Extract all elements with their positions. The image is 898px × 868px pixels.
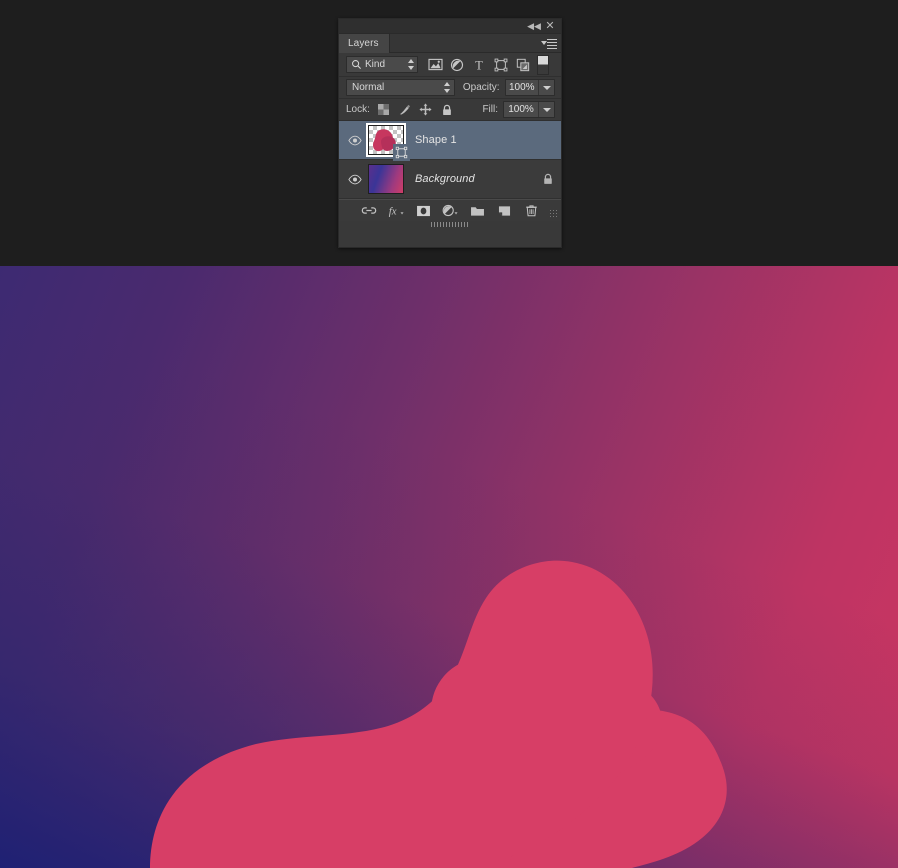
lock-image-pixels-icon[interactable] (398, 103, 412, 117)
opacity-value[interactable]: 100% (505, 80, 538, 95)
opacity-label: Opacity: (462, 82, 500, 93)
filter-icon-group: T (424, 54, 549, 75)
layer-thumbnail-wrap[interactable] (366, 123, 410, 161)
filter-smart-objects-icon[interactable] (512, 55, 534, 75)
layers-panel-footer: fx (339, 199, 561, 227)
tab-layers[interactable]: Layers (339, 34, 390, 53)
canvas-background-gradient (0, 266, 898, 868)
close-icon[interactable]: ✕ (543, 20, 557, 33)
filter-enable-toggle[interactable] (537, 54, 549, 75)
fill-label: Fill: (482, 104, 498, 115)
layer-list: Shape 1 Background (339, 121, 561, 199)
layer-thumbnail-wrap[interactable] (367, 163, 405, 195)
opacity-field[interactable]: 100% (504, 79, 555, 96)
search-magnifier-icon (352, 60, 362, 70)
adjustment-layer-button[interactable] (437, 201, 464, 221)
filter-kind-select[interactable]: Kind (346, 56, 418, 73)
lock-transparent-pixels-icon[interactable] (377, 103, 391, 117)
new-group-button[interactable] (464, 201, 491, 221)
panel-titlebar[interactable]: ◀◀ ✕ (339, 19, 561, 34)
layer-name: Background (415, 173, 475, 185)
panel-tab-strip: Layers (339, 34, 561, 53)
layer-mask-button[interactable] (410, 201, 437, 221)
lock-row: Lock: Fill: 100% (339, 99, 561, 121)
lock-label: Lock: (346, 104, 370, 115)
layer-style-button[interactable]: fx (383, 201, 410, 221)
svg-text:fx: fx (389, 206, 397, 217)
lock-icon (544, 173, 552, 184)
layer-thumbnail[interactable] (368, 164, 404, 194)
filter-type-layers-icon[interactable]: T (468, 55, 490, 75)
link-layers-button[interactable] (356, 201, 383, 221)
tab-filler (389, 34, 561, 53)
svg-text:T: T (475, 58, 483, 72)
lock-all-icon[interactable] (440, 103, 454, 117)
panel-resize-grip-icon[interactable] (549, 209, 558, 218)
layer-thumbnail-gradient (369, 165, 403, 193)
filter-kind-stepper-icon[interactable] (407, 59, 414, 70)
filter-row: Kind T (339, 53, 561, 77)
lock-position-icon[interactable] (419, 103, 433, 117)
opacity-dropdown-icon[interactable] (538, 80, 554, 95)
filter-pixel-layers-icon[interactable] (424, 55, 446, 75)
blend-mode-stepper-icon[interactable] (444, 82, 451, 93)
fill-value[interactable]: 100% (504, 102, 538, 117)
layers-panel: ◀◀ ✕ Layers Kind T Normal Opacity: 100% … (338, 18, 562, 248)
panel-drag-handle[interactable] (431, 222, 469, 227)
table-row[interactable]: Shape 1 (339, 121, 561, 161)
document-canvas[interactable] (0, 266, 898, 868)
blend-mode-select[interactable]: Normal (346, 79, 455, 96)
panel-menu-icon[interactable] (541, 38, 557, 49)
filter-shape-layers-icon[interactable] (490, 55, 512, 75)
layer-name: Shape 1 (415, 134, 457, 146)
collapse-to-icons-icon[interactable]: ◀◀ (527, 20, 541, 33)
blend-mode-row: Normal Opacity: 100% (339, 77, 561, 99)
filter-kind-label: Kind (365, 59, 386, 70)
blend-mode-label: Normal (352, 82, 385, 93)
fill-dropdown-icon[interactable] (538, 102, 554, 117)
table-row[interactable]: Background (339, 160, 561, 199)
delete-layer-button[interactable] (518, 201, 545, 221)
photoshop-window: ◀◀ ✕ Layers Kind T Normal Opacity: 100% … (0, 0, 898, 868)
layer-lock-cell (535, 173, 561, 185)
vector-mask-icon[interactable] (393, 144, 410, 161)
eye-visibility-icon[interactable] (344, 160, 366, 198)
eye-visibility-icon[interactable] (344, 121, 366, 159)
lock-icon-group (377, 103, 454, 117)
fill-field[interactable]: 100% (503, 101, 555, 118)
new-layer-button[interactable] (491, 201, 518, 221)
filter-adjustment-layers-icon[interactable] (446, 55, 468, 75)
